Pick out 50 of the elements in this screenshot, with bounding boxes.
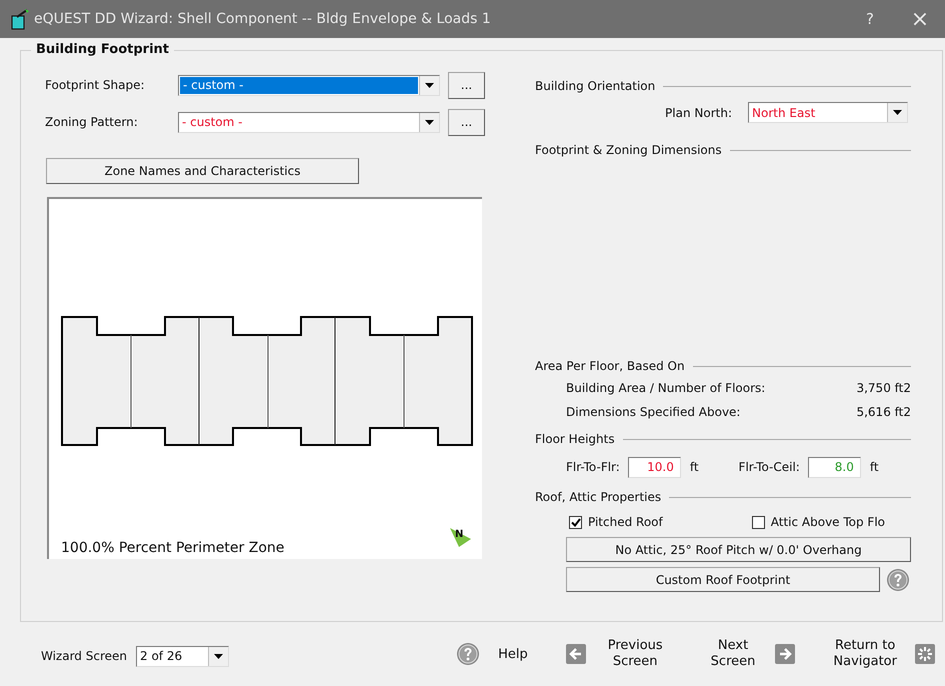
checkbox-label: Attic Above Top Flo [770,515,886,529]
field-label: Flr-To-Ceil: [738,460,800,474]
caret-icon [425,120,434,124]
window-title: eQUEST DD Wizard: Shell Component -- Bldg Envelope & Loads 1 [34,11,491,27]
caret-icon [214,654,223,658]
next-screen-link[interactable]: Next Screen [710,638,756,670]
field-label: Flr-To-Flr: [566,460,620,474]
section-heading: Footprint & Zoning Dimensions [535,143,722,157]
browse-button[interactable]: ... [448,108,485,136]
help-icon[interactable] [456,642,480,666]
section-heading: Roof, Attic Properties [535,490,662,504]
roof-footprint-button[interactable]: Custom Roof Footprint [566,567,880,592]
field-label: Plan North: [665,106,732,120]
number-field[interactable]: 10.0 [628,456,681,478]
number-field[interactable]: 8.0 [808,456,861,478]
checkbox-label: Pitched Roof [588,515,663,529]
previous-screen-link[interactable]: Previous Screen [608,638,663,670]
roof-settings-button[interactable]: No Attic, 25° Roof Pitch w/ 0.0' Overhang [566,537,911,562]
north-label: N [455,529,464,540]
dropdown[interactable]: - custom - [178,74,440,96]
browse-button[interactable]: ... [448,72,485,98]
field-label: Zoning Pattern: [45,115,139,129]
caret-icon [425,82,434,88]
group-title: Building Footprint [31,42,174,57]
navigator-icon[interactable] [915,644,935,664]
close-button[interactable]: × [895,0,945,38]
unit-label: ft [870,460,879,474]
unit-label: ft [690,460,699,474]
area-label: Building Area / Number of Floors: [566,381,766,395]
app-icon [10,8,30,30]
dropdown[interactable]: 2 of 26 [136,646,229,666]
return-link[interactable]: Return to Navigator [833,638,897,670]
checkbox[interactable] [569,516,582,528]
area-value: 3,750 ft2 [856,381,911,395]
help-button[interactable]: ? [845,0,895,38]
checkbox[interactable] [752,516,765,528]
help-icon[interactable] [886,568,910,592]
zone-names-button[interactable]: Zone Names and Characteristics [46,158,359,184]
section-heading: Floor Heights [535,432,615,446]
section-heading: Building Orientation [535,79,656,93]
help-link[interactable]: Help [498,646,528,662]
area-value: 5,616 ft2 [856,405,911,419]
area-label: Dimensions Specified Above: [566,405,740,419]
section-heading: Area Per Floor, Based On [535,359,685,373]
field-label: Footprint Shape: [45,78,146,92]
field-label: Wizard Screen [41,649,127,663]
dropdown[interactable]: - custom - [178,112,440,132]
caret-icon [893,110,902,115]
dropdown[interactable]: North East [748,102,908,123]
zone-caption: 100.0% Percent Perimeter Zone [61,540,284,556]
